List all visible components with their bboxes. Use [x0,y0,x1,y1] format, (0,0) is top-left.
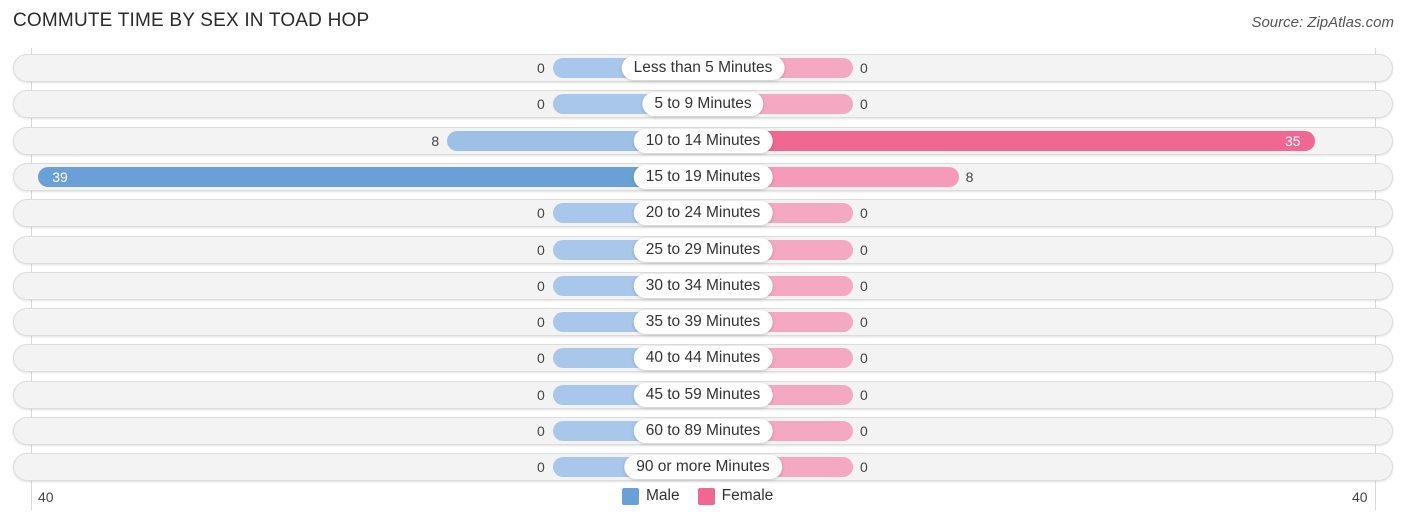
category-label: 40 to 44 Minutes [633,346,773,371]
left-axis-tick: 40 [38,489,54,505]
female-value-label: 0 [860,314,868,331]
category-label: 45 to 59 Minutes [633,382,773,407]
female-value-label: 0 [860,277,868,294]
male-value-label: 0 [537,96,545,113]
chart-title: COMMUTE TIME BY SEX IN TOAD HOP [13,10,370,31]
female-value-label: 0 [860,423,868,439]
category-label: 30 to 34 Minutes [633,273,773,298]
female-value-label: 0 [860,350,868,367]
male-value-label: 0 [537,241,545,258]
male-value-label: 8 [431,132,440,149]
legend-item-female[interactable]: Female [697,487,774,505]
male-value-label: 0 [537,350,545,367]
male-value-label: 0 [537,277,545,294]
male-swatch-icon [622,487,639,505]
category-label: 90 or more Minutes [624,455,782,480]
female-bar[interactable] [703,130,1315,151]
category-label: 20 to 24 Minutes [633,201,773,226]
legend: Male Female [622,487,791,505]
male-value-label: 0 [537,314,545,331]
female-value-label: 8 [965,168,974,185]
female-swatch-icon [697,487,715,505]
category-label: 5 to 9 Minutes [642,92,764,117]
male-value-label: 39 [52,168,68,185]
legend-label-male: Male [646,487,680,504]
category-label: 10 to 14 Minutes [633,128,773,153]
male-bar[interactable] [38,166,703,187]
category-label: 25 to 29 Minutes [633,237,773,262]
male-value-label: 0 [537,459,545,476]
female-value-label: 0 [860,60,868,76]
male-value-label: 0 [537,205,545,222]
legend-item-male[interactable]: Male [622,487,680,505]
female-value-label: 0 [860,459,868,476]
legend-label-female: Female [721,487,774,504]
category-label: 35 to 39 Minutes [633,310,773,335]
female-value-label: 0 [860,241,868,258]
male-value-label: 0 [537,423,545,439]
female-value-label: 0 [860,386,868,403]
male-value-label: 0 [537,60,545,76]
right-axis-tick: 40 [1352,489,1368,505]
category-label: 60 to 89 Minutes [633,419,773,443]
source-label: Source: ZipAtlas.com [1251,14,1394,31]
female-value-label: 0 [860,96,868,113]
category-label: 15 to 19 Minutes [633,164,773,189]
female-value-label: 0 [860,205,868,222]
male-value-label: 0 [537,386,545,403]
female-value-label: 35 [1285,132,1301,149]
category-label: Less than 5 Minutes [621,56,785,80]
